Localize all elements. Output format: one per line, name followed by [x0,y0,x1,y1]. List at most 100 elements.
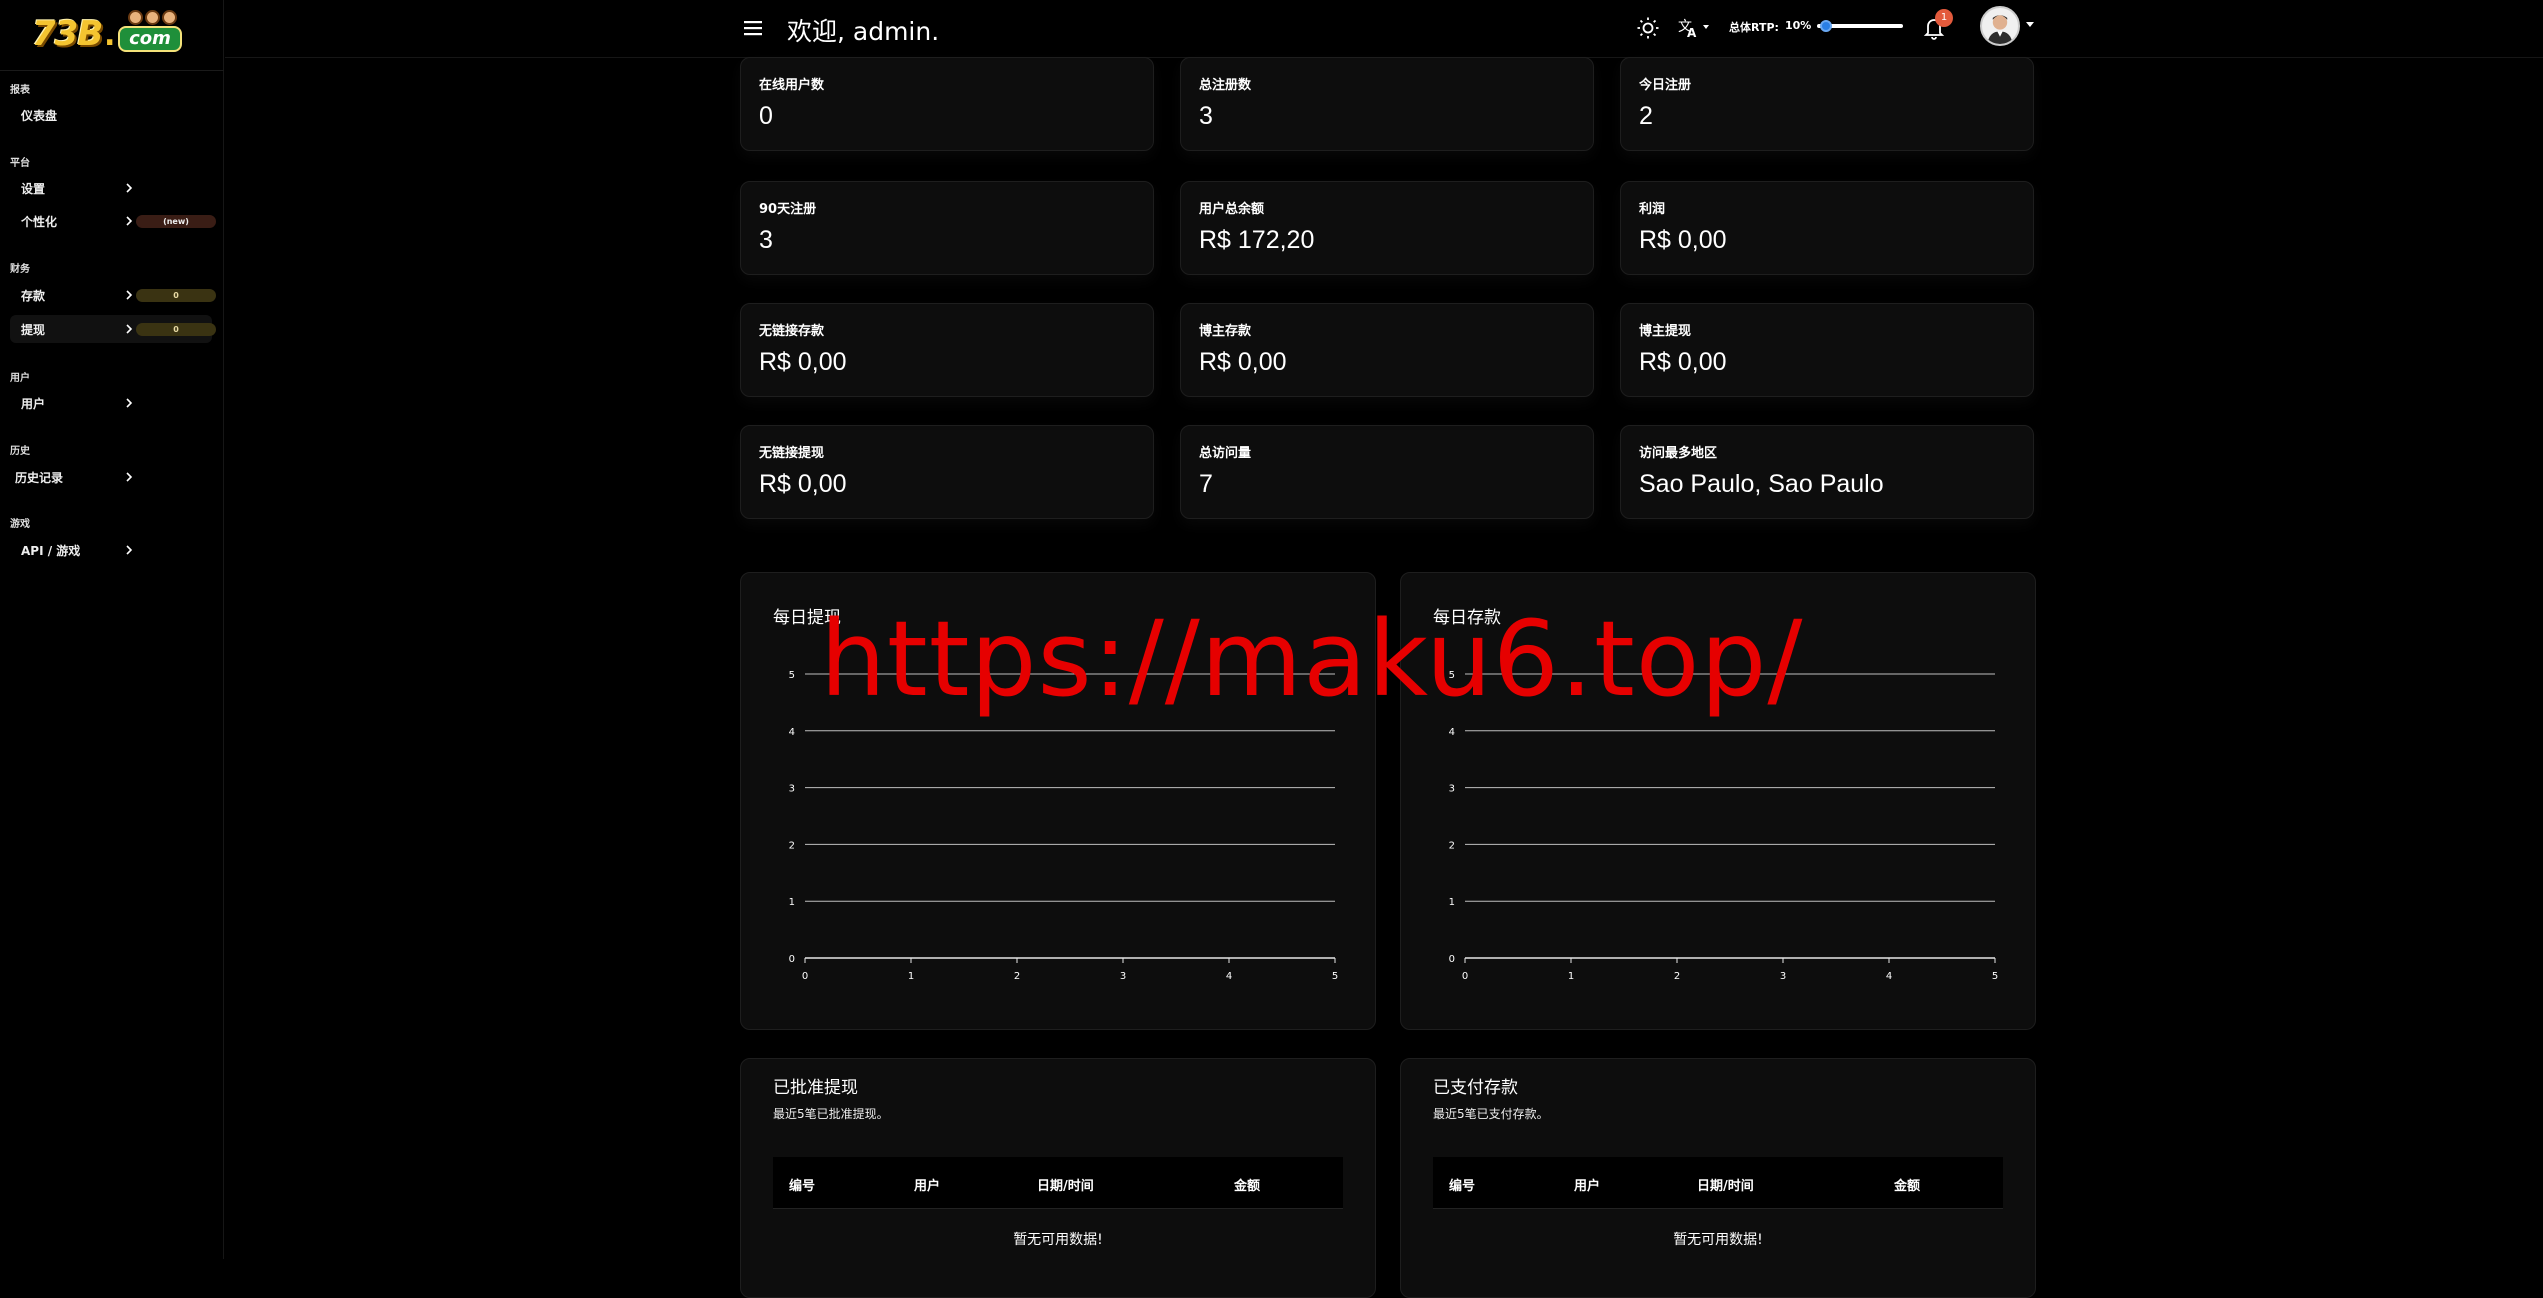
table-title: 已支付存款 [1433,1078,1518,1098]
x-tick-label: 3 [1120,971,1126,982]
sidebar-item-label: 用户 [21,396,46,411]
sidebar: 73B . com 报表 仪表盘 平台 设置 个性化 (new) 财务 存款 0… [0,0,224,1259]
column-user[interactable]: 用户 [1574,1175,1600,1194]
section-games: 游戏 [10,519,30,530]
sidebar-item-personalize[interactable]: 个性化 (new) [10,207,216,235]
sidebar-item-label: 设置 [21,181,46,196]
sidebar-item-settings[interactable]: 设置 [10,174,212,202]
stat-title: 访问最多地区 [1639,446,1718,461]
chevron-right-icon [126,216,133,226]
rtp-slider[interactable] [1817,20,1903,32]
avatar[interactable] [1980,6,2020,46]
chart-panel-daily-withdrawals: 每日提现 012345012345 [740,572,1376,1030]
y-tick-label: 3 [789,784,795,795]
table-subtitle: 最近5笔已支付存款。 [1433,1107,1549,1121]
sidebar-item-withdrawals[interactable]: 提现 0 [10,315,216,343]
rtp-value: 10% [1785,19,1812,32]
chart-panel-daily-deposits: 每日存款 012345012345 [1400,572,2036,1030]
stat-title: 总注册数 [1199,78,1252,93]
stat-value: 3 [1199,102,1213,130]
stat-value: R$ 0,00 [759,470,847,498]
y-tick-label: 4 [789,727,795,738]
stat-title: 总访问量 [1199,446,1252,461]
rtp-label: 总体RTP: [1729,21,1779,34]
x-tick-label: 0 [1462,971,1468,982]
column-datetime[interactable]: 日期/时间 [1037,1175,1094,1194]
column-user[interactable]: 用户 [914,1175,940,1194]
x-tick-label: 3 [1780,971,1786,982]
stat-card-online-users: 在线用户数 0 [740,57,1154,151]
sidebar-item-dashboard[interactable]: 仪表盘 [10,101,212,129]
sidebar-item-history[interactable]: 历史记录 [10,463,212,491]
chevron-right-icon [126,472,133,482]
welcome-title: 欢迎, admin. [787,17,940,46]
column-amount[interactable]: 金额 [1894,1175,1920,1194]
y-tick-label: 1 [789,897,795,908]
chevron-right-icon [126,290,133,300]
y-tick-label: 0 [1449,954,1455,965]
x-tick-label: 5 [1332,971,1338,982]
chevron-right-icon [126,183,133,193]
stat-value: Sao Paulo, Sao Paulo [1639,470,1884,498]
stat-title: 用户总余额 [1199,202,1265,217]
stat-title: 博主存款 [1199,324,1252,339]
y-tick-label: 5 [789,670,795,681]
chevron-right-icon [126,545,133,555]
sidebar-divider [0,70,224,71]
sidebar-item-api-games[interactable]: API / 游戏 [10,536,212,564]
empty-state: 暂无可用数据! [1673,1232,1763,1248]
stat-card-unlinked-withdrawals: 无链接提现 R$ 0,00 [740,425,1154,519]
chevron-right-icon [126,398,133,408]
y-tick-label: 5 [1449,670,1455,681]
translate-icon[interactable]: 文 A [1676,15,1712,41]
stat-title: 90天注册 [759,202,817,217]
y-tick-label: 2 [789,840,795,851]
x-tick-label: 2 [1014,971,1020,982]
sidebar-item-label: 仪表盘 [21,108,58,123]
x-tick-label: 0 [802,971,808,982]
stat-title: 无链接存款 [759,324,825,339]
x-tick-label: 5 [1992,971,1998,982]
stat-card-unlinked-deposits: 无链接存款 R$ 0,00 [740,303,1154,397]
stat-value: R$ 0,00 [1639,226,1727,254]
y-tick-label: 4 [1449,727,1455,738]
rtp-slider-handle[interactable] [1819,20,1832,32]
y-tick-label: 2 [1449,840,1455,851]
logo-com: com [118,26,182,52]
table-title: 已批准提现 [773,1078,858,1098]
logo-dot: . [104,18,116,53]
empty-state: 暂无可用数据! [1013,1232,1103,1248]
column-amount[interactable]: 金额 [1234,1175,1260,1194]
section-users: 用户 [10,373,30,384]
y-tick-label: 3 [1449,784,1455,795]
daily-deposits-chart: 0 1 2 3 4 5 0 1 2 3 4 5 [1449,670,1999,982]
chevron-right-icon [126,324,133,334]
sidebar-item-label: API / 游戏 [21,543,81,558]
stat-value: R$ 0,00 [1639,348,1727,376]
count-badge: 0 [136,323,216,336]
sidebar-item-label: 个性化 [21,214,58,229]
stat-title: 无链接提现 [759,446,825,461]
table-header: 编号 用户 日期/时间 金额 [1433,1157,2003,1209]
stat-card-total-registrations: 总注册数 3 [1180,57,1594,151]
logo[interactable]: 73B . com [32,8,188,54]
hamburger-menu-icon[interactable] [741,16,767,40]
section-history: 历史 [10,446,30,457]
sun-theme-icon[interactable] [1636,16,1660,40]
user-avatar-icon [1987,15,2013,44]
stat-card-profit: 利润 R$ 0,00 [1620,181,2034,275]
stat-value: 3 [759,226,773,254]
column-id[interactable]: 编号 [1449,1175,1475,1194]
daily-withdrawals-chart: 0 1 2 3 4 5 0 1 2 3 4 5 [789,670,1339,982]
stat-value: 0 [759,102,773,130]
logo-number: 73B [32,14,103,54]
stat-value: R$ 0,00 [1199,348,1287,376]
count-badge: 0 [136,289,216,302]
stat-card-top-region: 访问最多地区 Sao Paulo, Sao Paulo [1620,425,2034,519]
column-datetime[interactable]: 日期/时间 [1697,1175,1754,1194]
caret-down-icon[interactable] [2025,20,2035,28]
sidebar-item-deposits[interactable]: 存款 0 [10,281,216,309]
stat-card-total-visits: 总访问量 7 [1180,425,1594,519]
sidebar-item-users[interactable]: 用户 [10,389,212,417]
column-id[interactable]: 编号 [789,1175,815,1194]
